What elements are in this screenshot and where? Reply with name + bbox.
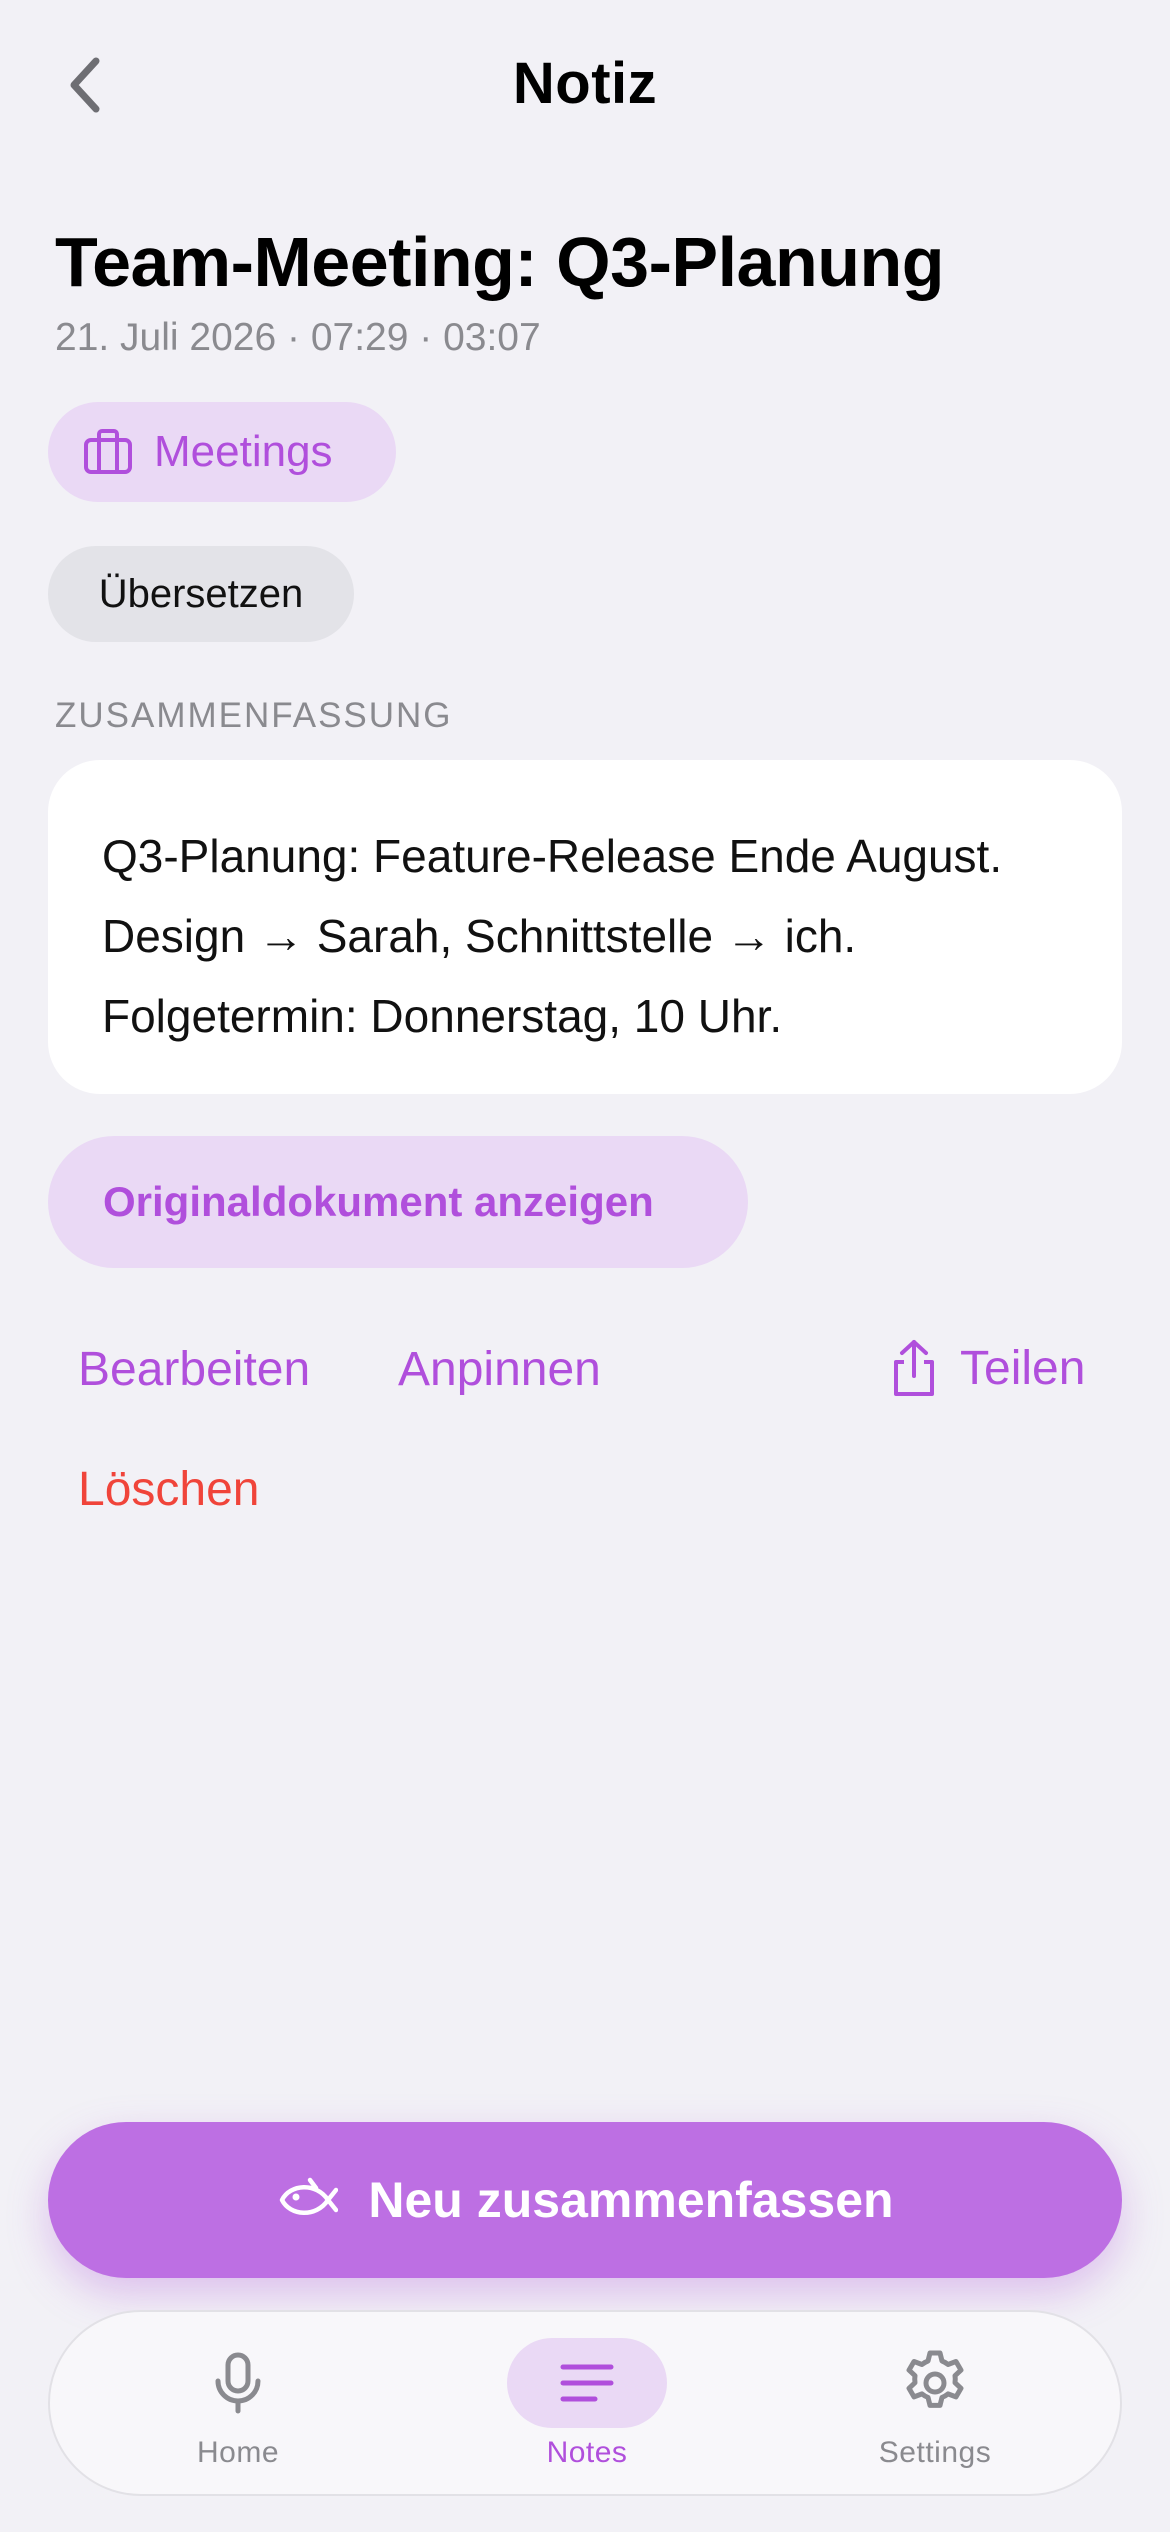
tab-home-label: Home bbox=[196, 2436, 280, 2469]
resummarize-button[interactable]: Neu zusammenfassen bbox=[48, 2122, 1122, 2278]
page-title: Notiz bbox=[512, 51, 658, 116]
edit-button[interactable]: Bearbeiten bbox=[78, 1342, 310, 1397]
briefcase-icon bbox=[84, 429, 132, 474]
fish-icon bbox=[280, 2177, 339, 2215]
translate-button[interactable]: Übersetzen bbox=[48, 546, 354, 642]
show-original-document-button[interactable]: Originaldokument anzeigen bbox=[48, 1136, 748, 1268]
tab-settings-label: Settings bbox=[878, 2436, 992, 2469]
microphone-icon bbox=[215, 2352, 261, 2414]
tab-notes[interactable]: Notes bbox=[437, 2312, 737, 2498]
tab-home[interactable]: Home bbox=[88, 2312, 388, 2498]
tab-settings-icon-wrap bbox=[855, 2338, 1015, 2428]
category-label: Meetings bbox=[154, 427, 333, 476]
tab-settings[interactable]: Settings bbox=[785, 2312, 1085, 2498]
navigation-bar: Notiz bbox=[0, 0, 1170, 170]
gear-icon bbox=[906, 2350, 964, 2408]
tab-notes-label: Notes bbox=[546, 2436, 628, 2469]
category-chip[interactable]: Meetings bbox=[48, 402, 396, 502]
resummarize-label: Neu zusammenfassen bbox=[368, 2172, 894, 2228]
share-label: Teilen bbox=[960, 1341, 1086, 1395]
summary-text: Q3-Planung: Feature-Release Ende August.… bbox=[102, 830, 1003, 1042]
tab-bar: Home Notes Settings bbox=[48, 2310, 1122, 2496]
note-title: Team-Meeting: Q3-Planung bbox=[55, 223, 944, 301]
note-detail-screen: Notiz Team-Meeting: Q3-Planung 21. Juli … bbox=[0, 0, 1170, 2532]
summary-section-header: ZUSAMMENFASSUNG bbox=[55, 696, 453, 735]
summary-card: Q3-Planung: Feature-Release Ende August.… bbox=[48, 760, 1122, 1094]
tab-notes-icon-wrap bbox=[507, 2338, 667, 2428]
share-button[interactable]: Teilen bbox=[888, 1338, 1085, 1398]
notes-icon bbox=[560, 2364, 614, 2402]
delete-button[interactable]: Löschen bbox=[78, 1462, 259, 1517]
note-meta: 21. Juli 2026 · 07:29 · 03:07 bbox=[55, 316, 541, 359]
tab-home-icon-wrap bbox=[158, 2338, 318, 2428]
pin-button[interactable]: Anpinnen bbox=[398, 1342, 601, 1397]
share-icon bbox=[894, 1340, 934, 1396]
